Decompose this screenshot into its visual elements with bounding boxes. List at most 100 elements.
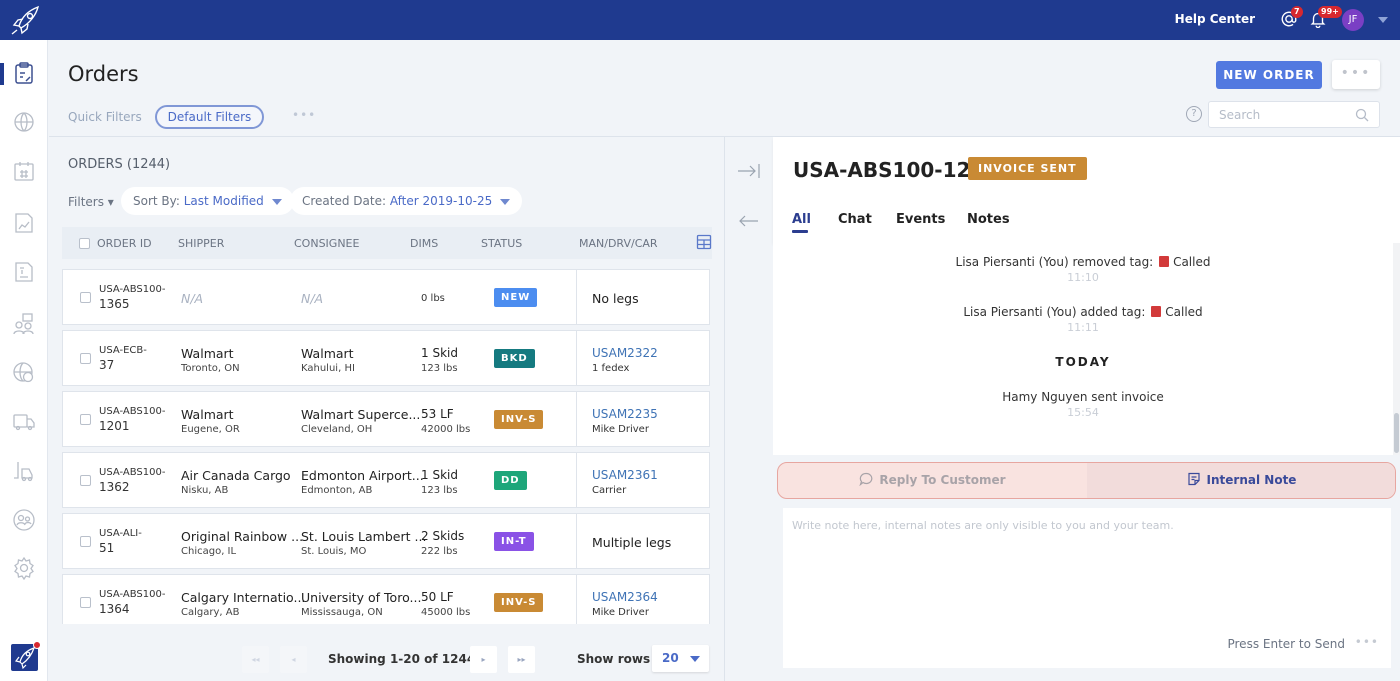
created-date-dropdown[interactable]: Created Date: After 2019-10-25 <box>290 187 523 215</box>
mentions-button[interactable]: 7 <box>1280 6 1303 30</box>
back-arrow-icon[interactable] <box>737 213 761 229</box>
sort-by-dropdown[interactable]: Sort By: Last Modified <box>121 187 294 215</box>
table-columns-icon[interactable] <box>696 234 712 250</box>
tab-all[interactable]: All <box>792 212 811 227</box>
search-icon[interactable] <box>1355 108 1369 122</box>
last-page-button[interactable]: ▸▸ <box>508 646 535 673</box>
nav-invoices[interactable] <box>0 254 48 290</box>
filters-more-button[interactable]: ••• <box>292 108 316 122</box>
help-center-link[interactable]: Help Center <box>1175 12 1255 26</box>
dims-weight: 222 lbs <box>421 546 458 557</box>
column-order-id[interactable]: ORDER ID <box>97 237 152 250</box>
orders-count: ORDERS (1244) <box>68 157 171 172</box>
select-all-checkbox[interactable] <box>79 238 90 249</box>
manifest-link[interactable]: USAM2322 <box>592 346 658 360</box>
table-row[interactable]: USA-ALI- 51 Original Rainbow ... Chicago,… <box>62 513 710 569</box>
search-input[interactable] <box>1209 102 1349 127</box>
rocket-logo-icon[interactable] <box>8 4 42 36</box>
activity-scrollbar[interactable] <box>1393 243 1400 455</box>
orders-list-panel: ORDERS (1244) Filters ▾ Sort By: Last Mo… <box>49 137 724 681</box>
prev-page-button[interactable]: ◂ <box>280 646 307 673</box>
new-order-button[interactable]: NEW ORDER <box>1216 61 1322 89</box>
column-consignee[interactable]: CONSIGNEE <box>294 237 359 250</box>
table-row[interactable]: USA-ABS100- 1365 N/A N/A 0 lbs NEW No leg… <box>62 269 710 325</box>
row-checkbox[interactable] <box>80 475 91 486</box>
row-checkbox[interactable] <box>80 536 91 547</box>
order-id-prefix: USA-ECB- <box>99 345 147 356</box>
shipper-name: Walmart <box>181 346 234 361</box>
row-checkbox[interactable] <box>80 597 91 608</box>
user-avatar[interactable]: JF <box>1342 9 1364 31</box>
table-row[interactable]: USA-ABS100- 1201 Walmart Eugene, OR Walma… <box>62 391 710 447</box>
driver-name: Mike Driver <box>592 607 649 618</box>
table-row[interactable]: USA-ABS100- 1362 Air Canada Cargo Nisku, … <box>62 452 710 508</box>
column-shipper[interactable]: SHIPPER <box>178 237 224 250</box>
default-filters-button[interactable]: Default Filters <box>155 105 264 129</box>
status-badge: INV-S <box>494 410 544 429</box>
column-dims[interactable]: DIMS <box>410 237 438 250</box>
more-actions-button[interactable]: ••• <box>1332 60 1380 89</box>
help-icon[interactable]: ? <box>1186 106 1202 122</box>
rows-per-page-select[interactable]: 20 <box>652 645 709 672</box>
internal-note-tab[interactable]: Internal Note <box>1087 463 1395 498</box>
internal-note-label: Internal Note <box>1206 473 1297 487</box>
table-row[interactable]: USA-ABS100- 1364 Calgary Internatio... Ca… <box>62 574 710 624</box>
filters-dropdown[interactable]: Filters ▾ <box>68 195 114 209</box>
collapse-panel-icon[interactable] <box>737 163 761 179</box>
chevron-down-icon <box>271 198 282 205</box>
search-box <box>1208 101 1380 128</box>
notifications-button[interactable]: 99+ <box>1309 6 1342 30</box>
column-man-drv-car[interactable]: MAN/DRV/CAR <box>579 237 658 250</box>
shipper-location: Calgary, AB <box>181 607 240 618</box>
nav-rates[interactable] <box>0 355 48 391</box>
consignee-location: Mississauga, ON <box>301 607 383 618</box>
manifest-link[interactable]: USAM2235 <box>592 407 658 421</box>
user-menu-caret-icon[interactable] <box>1378 17 1388 23</box>
row-checkbox[interactable] <box>80 414 91 425</box>
first-page-button[interactable]: ◂◂ <box>242 646 269 673</box>
order-id: USA-ABS100- 1201 <box>99 405 165 435</box>
note-composer: Press Enter to Send ••• <box>783 508 1391 668</box>
manifest-link[interactable]: USAM2364 <box>592 590 658 604</box>
tab-events[interactable]: Events <box>896 212 945 227</box>
note-options-button[interactable]: ••• <box>1355 635 1379 649</box>
shipper-location: Toronto, ON <box>181 363 240 374</box>
sort-by-label: Sort By: <box>133 194 184 208</box>
column-separator <box>576 331 577 385</box>
order-id: USA-ALI- 51 <box>99 527 142 557</box>
next-page-button[interactable]: ▸ <box>470 646 497 673</box>
nav-reports[interactable] <box>0 205 48 241</box>
nav-warehouse[interactable] <box>0 453 48 489</box>
nav-orders[interactable] <box>0 55 48 91</box>
nav-contacts[interactable] <box>0 306 48 342</box>
column-separator <box>576 392 577 446</box>
scrollbar-thumb[interactable] <box>1394 413 1399 453</box>
shipper-name: Original Rainbow ... <box>181 529 304 544</box>
nav-users[interactable] <box>0 502 48 538</box>
tab-chat[interactable]: Chat <box>838 212 872 227</box>
column-status[interactable]: STATUS <box>481 237 522 250</box>
activity-text: Lisa Piersanti (You) removed tag: <box>955 255 1154 269</box>
activity-item: Lisa Piersanti (You) removed tag: Called… <box>773 255 1393 284</box>
column-separator <box>576 514 577 568</box>
tab-notes[interactable]: Notes <box>967 212 1010 227</box>
nav-calendar[interactable] <box>0 153 48 189</box>
show-rows-label: Show rows <box>577 652 651 666</box>
nav-trucks[interactable] <box>0 404 48 440</box>
activity-item: Hamy Nguyen sent invoice 15:54 <box>773 390 1393 419</box>
day-separator: TODAY <box>1055 355 1111 369</box>
row-checkbox[interactable] <box>80 292 91 303</box>
app-launcher-button[interactable] <box>11 641 41 671</box>
order-id: USA-ECB- 37 <box>99 344 147 374</box>
chevron-down-icon <box>500 198 511 205</box>
table-row[interactable]: USA-ECB- 37 Walmart Toronto, ON Walmart K… <box>62 330 710 386</box>
consignee-name: St. Louis Lambert ... <box>301 529 427 544</box>
nav-global[interactable] <box>0 104 48 140</box>
reply-to-customer-tab[interactable]: Reply To Customer <box>778 463 1087 498</box>
manifest-link[interactable]: USAM2361 <box>592 468 658 482</box>
table-header: ORDER ID SHIPPER CONSIGNEE DIMS STATUS M… <box>62 227 712 259</box>
note-input[interactable] <box>783 508 1391 618</box>
nav-settings[interactable] <box>0 550 48 586</box>
row-checkbox[interactable] <box>80 353 91 364</box>
detail-header: USA-ABS100-1201 INVOICE SENT All Chat Ev… <box>773 137 1400 243</box>
